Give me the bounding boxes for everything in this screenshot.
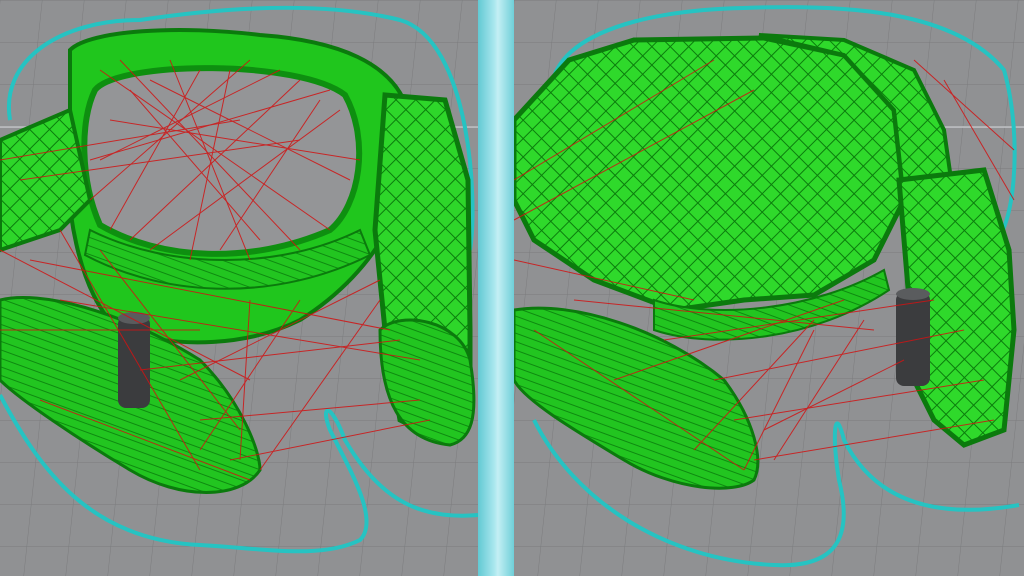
toolpath-preview-left xyxy=(0,0,478,576)
split-divider xyxy=(478,0,514,576)
viewport-right[interactable] xyxy=(514,0,1024,576)
slicer-preview-split xyxy=(0,0,1024,576)
torso-hollow xyxy=(81,65,363,257)
toolpath-preview-right xyxy=(514,0,1024,576)
viewport-left[interactable] xyxy=(0,0,478,576)
support-post-left xyxy=(118,312,150,408)
